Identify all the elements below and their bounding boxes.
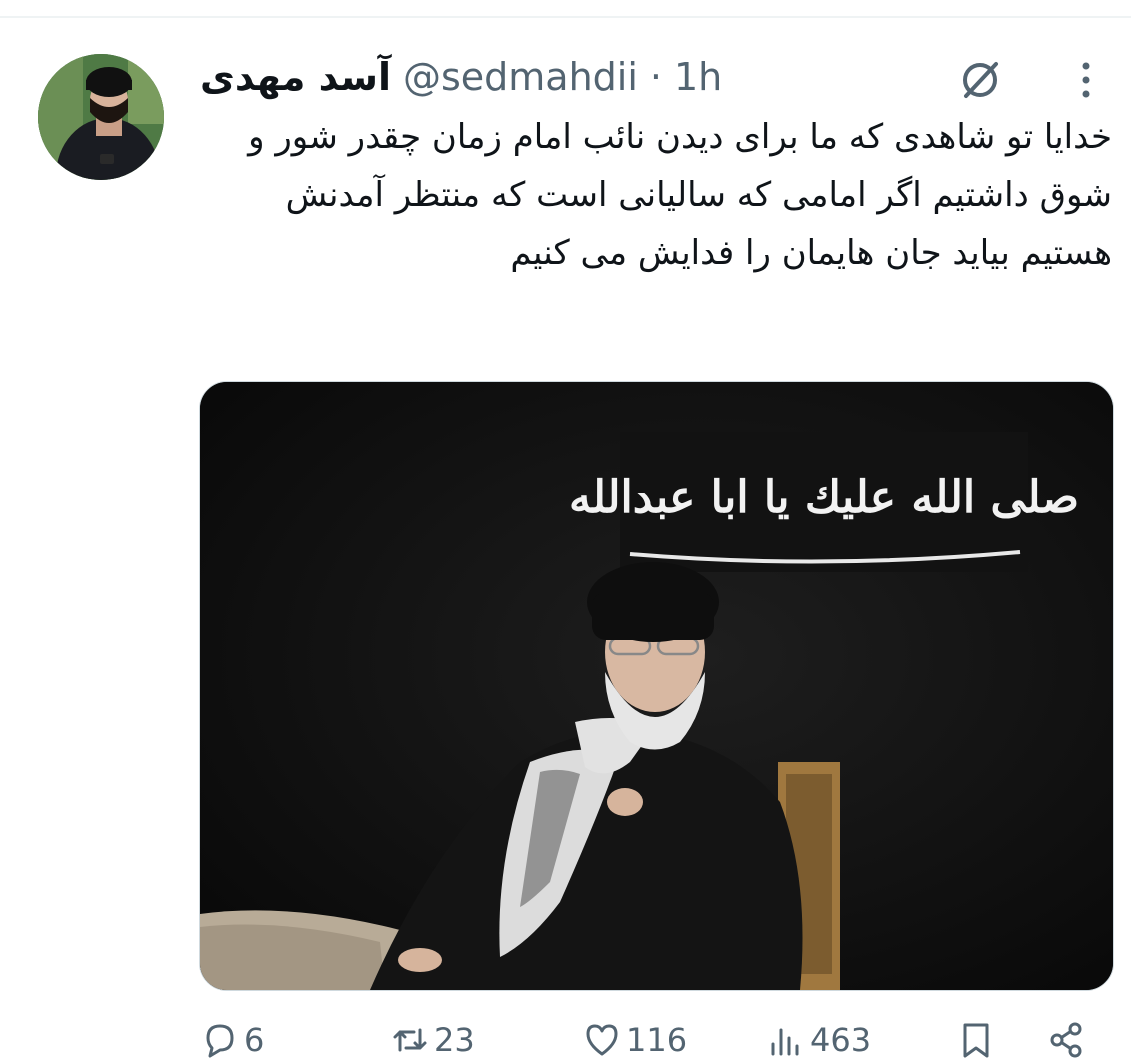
separator-dot: · xyxy=(649,55,662,99)
views-button[interactable]: 463 xyxy=(766,1018,871,1062)
tweet-text: خدایا تو شاهدی که ما برای دیدن نائب امام… xyxy=(248,117,1112,273)
bookmark-button[interactable] xyxy=(956,1018,996,1062)
reply-count: 6 xyxy=(244,1021,265,1059)
more-icon[interactable] xyxy=(1070,56,1102,104)
retweet-icon xyxy=(393,1028,427,1052)
heart-icon xyxy=(586,1024,618,1056)
share-icon xyxy=(1050,1022,1082,1058)
like-button[interactable]: 116 xyxy=(582,1018,687,1062)
avatar[interactable] xyxy=(38,54,164,180)
top-divider xyxy=(0,16,1131,18)
bookmark-icon xyxy=(963,1023,989,1058)
user-handle[interactable]: @sedmahdii xyxy=(403,55,638,99)
views-count: 463 xyxy=(810,1021,872,1059)
retweet-count: 23 xyxy=(434,1021,475,1059)
views-icon xyxy=(771,1028,799,1056)
share-button[interactable] xyxy=(1046,1018,1086,1062)
grok-icon[interactable] xyxy=(956,56,1004,104)
reply-icon xyxy=(206,1024,234,1058)
display-name[interactable]: آسد مهدی xyxy=(200,55,391,99)
media-banner-text: صلى الله عليك يا ابا عبدالله xyxy=(569,472,1079,523)
tweet-media-image[interactable]: صلى الله عليك يا ابا عبدالله xyxy=(199,381,1114,991)
retweet-button[interactable]: 23 xyxy=(390,1018,475,1062)
reply-button[interactable]: 6 xyxy=(200,1018,264,1062)
avatar-image xyxy=(38,54,164,180)
media-photo: صلى الله عليك يا ابا عبدالله xyxy=(200,382,1113,990)
timestamp[interactable]: 1h xyxy=(674,55,722,99)
tweet-actions: 6 23 116 463 xyxy=(0,1018,1131,1062)
like-count: 116 xyxy=(626,1021,688,1059)
tweet-header: آسد مهدی @sedmahdii · 1h xyxy=(200,52,722,102)
